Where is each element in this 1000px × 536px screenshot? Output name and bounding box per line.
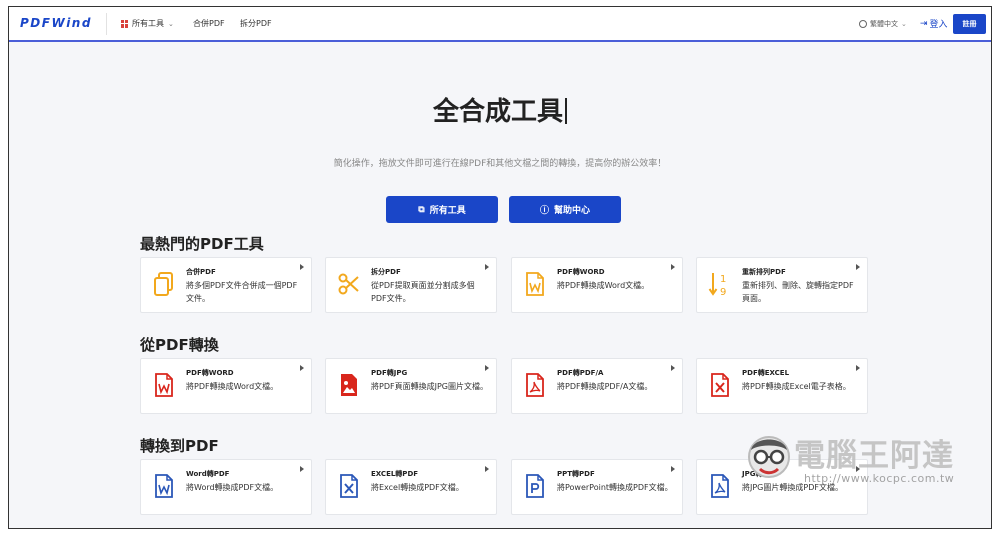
all-tools-button[interactable]: ⧉ 所有工具 xyxy=(386,196,498,223)
nav-merge-pdf-label: 合併PDF xyxy=(193,19,225,28)
login-label: 登入 xyxy=(929,20,948,30)
nav-split-pdf-label: 拆分PDF xyxy=(240,19,272,28)
caret-right-icon xyxy=(671,466,675,472)
excel-file-icon xyxy=(340,474,358,498)
tool-card-pdf-to-word-2[interactable]: PDF轉WORD 將PDF轉換成Word文檔。 xyxy=(140,358,312,414)
header-divider xyxy=(106,13,107,35)
scissors-icon xyxy=(338,273,359,295)
language-selector[interactable]: 繁體中文 ⌄ xyxy=(859,19,907,29)
all-tools-button-label: 所有工具 xyxy=(429,206,466,216)
help-circle-icon: ⓘ xyxy=(539,206,549,216)
watermark-url: http://www.kocpc.com.tw xyxy=(804,472,955,485)
caret-right-icon xyxy=(485,466,489,472)
svg-text:1: 1 xyxy=(720,274,726,285)
signup-button[interactable]: 註冊 xyxy=(953,14,986,34)
tool-description: 將PDF轉換成Excel電子表格。 xyxy=(742,382,851,391)
caret-right-icon xyxy=(671,365,675,371)
help-center-button[interactable]: ⓘ 幫助中心 xyxy=(509,196,621,223)
caret-right-icon xyxy=(485,365,489,371)
language-label: 繁體中文 xyxy=(870,20,898,28)
globe-icon xyxy=(859,20,867,28)
watermark-brand: 電腦王阿達 xyxy=(794,438,954,474)
nav-all-tools[interactable]: 所有工具 ⌄ xyxy=(121,18,174,29)
nav-all-tools-label: 所有工具 xyxy=(132,19,164,28)
tool-card-merge-pdf[interactable]: 合併PDF 將多個PDF文件合併成一個PDF文件。 xyxy=(140,257,312,313)
caret-right-icon xyxy=(485,264,489,270)
tool-description: 將PDF轉換成PDF/A文檔。 xyxy=(557,382,653,391)
section-title-popular: 最熱門的PDF工具 xyxy=(140,235,264,253)
mascot-face-icon xyxy=(748,436,790,478)
caret-right-icon xyxy=(300,466,304,472)
browser-viewport: PDFWind 所有工具 ⌄ 合併PDF 拆分PDF 繁體中文 ⌄ ⇥ 登入 註… xyxy=(8,6,992,529)
excel-file-icon xyxy=(711,373,729,397)
tool-name: PDF轉JPG xyxy=(371,369,408,377)
tool-name: PDF轉EXCEL xyxy=(742,369,790,377)
section-title-from-pdf: 從PDF轉換 xyxy=(140,336,219,354)
tool-name: 合併PDF xyxy=(186,268,216,276)
site-logo[interactable]: PDFWind xyxy=(20,16,92,30)
caret-right-icon xyxy=(300,365,304,371)
chevron-down-icon: ⌄ xyxy=(168,19,174,28)
tool-card-pdf-to-excel[interactable]: PDF轉EXCEL 將PDF轉換成Excel電子表格。 xyxy=(696,358,868,414)
caret-right-icon xyxy=(856,264,860,270)
tool-card-pdf-to-jpg[interactable]: PDF轉JPG 將PDF頁面轉換成JPG圖片文檔。 xyxy=(325,358,497,414)
hero-subtitle: 簡化操作，拖放文件即可進行在線PDF和其他文檔之間的轉換，提高你的辦公效率！ xyxy=(333,159,667,169)
tool-name: Word轉PDF xyxy=(186,470,230,478)
tool-name: EXCEL轉PDF xyxy=(371,470,419,478)
nav-split-pdf[interactable]: 拆分PDF xyxy=(240,18,272,29)
caret-right-icon xyxy=(856,365,860,371)
tool-description: 將PDF轉換成Word文檔。 xyxy=(186,382,279,391)
copy-icon: ⧉ xyxy=(418,204,425,215)
hero-title: 全合成工具 xyxy=(9,91,991,128)
tool-card-pdf-to-word[interactable]: PDF轉WORD 將PDF轉換成Word文檔。 xyxy=(511,257,683,313)
tool-card-split-pdf[interactable]: 拆分PDF 從PDF提取頁面並分割成多個PDF文件。 xyxy=(325,257,497,313)
svg-text:9: 9 xyxy=(720,287,726,297)
tool-name: 重新排列PDF xyxy=(742,268,786,276)
tool-description: 將PDF頁面轉換成JPG圖片文檔。 xyxy=(371,382,488,391)
word-file-icon xyxy=(155,373,173,397)
tool-card-pdf-to-pdfa[interactable]: PDF轉PDF/A 將PDF轉換成PDF/A文檔。 xyxy=(511,358,683,414)
tool-description: 將PowerPoint轉換成PDF文檔。 xyxy=(557,483,673,492)
watermark: 電腦王阿達 http://www.kocpc.com.tw xyxy=(744,426,984,496)
caret-right-icon xyxy=(300,264,304,270)
tool-name: PDF轉PDF/A xyxy=(557,369,604,377)
pdf-file-icon xyxy=(711,474,729,498)
help-center-button-label: 幫助中心 xyxy=(554,206,591,216)
tool-description: 將Excel轉換成PDF文檔。 xyxy=(371,483,464,492)
login-link[interactable]: ⇥ 登入 xyxy=(920,17,948,31)
tool-description: 將Word轉換成PDF文檔。 xyxy=(186,483,279,492)
tool-card-reorder-pdf[interactable]: 1 9 重新排列PDF 重新排列、刪除、旋轉指定PDF頁面。 xyxy=(696,257,868,313)
chevron-down-icon: ⌄ xyxy=(901,20,907,28)
sort-icon: 1 9 xyxy=(708,273,726,297)
tool-card-ppt-to-pdf[interactable]: PPT轉PDF 將PowerPoint轉換成PDF文檔。 xyxy=(511,459,683,515)
tool-name: 拆分PDF xyxy=(371,268,401,276)
tool-description: 重新排列、刪除、旋轉指定PDF頁面。 xyxy=(742,281,854,303)
word-file-icon xyxy=(155,474,173,498)
caret-right-icon xyxy=(671,264,675,270)
ppt-file-icon xyxy=(526,474,544,498)
grid-icon xyxy=(121,19,129,28)
tool-name: PPT轉PDF xyxy=(557,470,595,478)
tool-description: 從PDF提取頁面並分割成多個PDF文件。 xyxy=(371,281,475,303)
word-file-icon xyxy=(526,272,544,296)
pdf-file-icon xyxy=(526,373,544,397)
top-navbar: PDFWind 所有工具 ⌄ 合併PDF 拆分PDF 繁體中文 ⌄ ⇥ 登入 註… xyxy=(9,7,991,42)
tool-description: 將多個PDF文件合併成一個PDF文件。 xyxy=(186,281,298,303)
typing-caret xyxy=(565,98,567,124)
hero-title-text: 全合成工具 xyxy=(432,97,563,127)
section-title-to-pdf: 轉換到PDF xyxy=(140,437,219,455)
tool-name: PDF轉WORD xyxy=(557,268,605,276)
nav-merge-pdf[interactable]: 合併PDF xyxy=(193,18,225,29)
merge-icon xyxy=(154,272,173,296)
login-icon: ⇥ xyxy=(920,18,928,29)
tool-name: PDF轉WORD xyxy=(186,369,234,377)
image-file-icon xyxy=(341,374,357,396)
tool-description: 將PDF轉換成Word文檔。 xyxy=(557,281,650,290)
tool-card-word-to-pdf[interactable]: Word轉PDF 將Word轉換成PDF文檔。 xyxy=(140,459,312,515)
tool-card-excel-to-pdf[interactable]: EXCEL轉PDF 將Excel轉換成PDF文檔。 xyxy=(325,459,497,515)
